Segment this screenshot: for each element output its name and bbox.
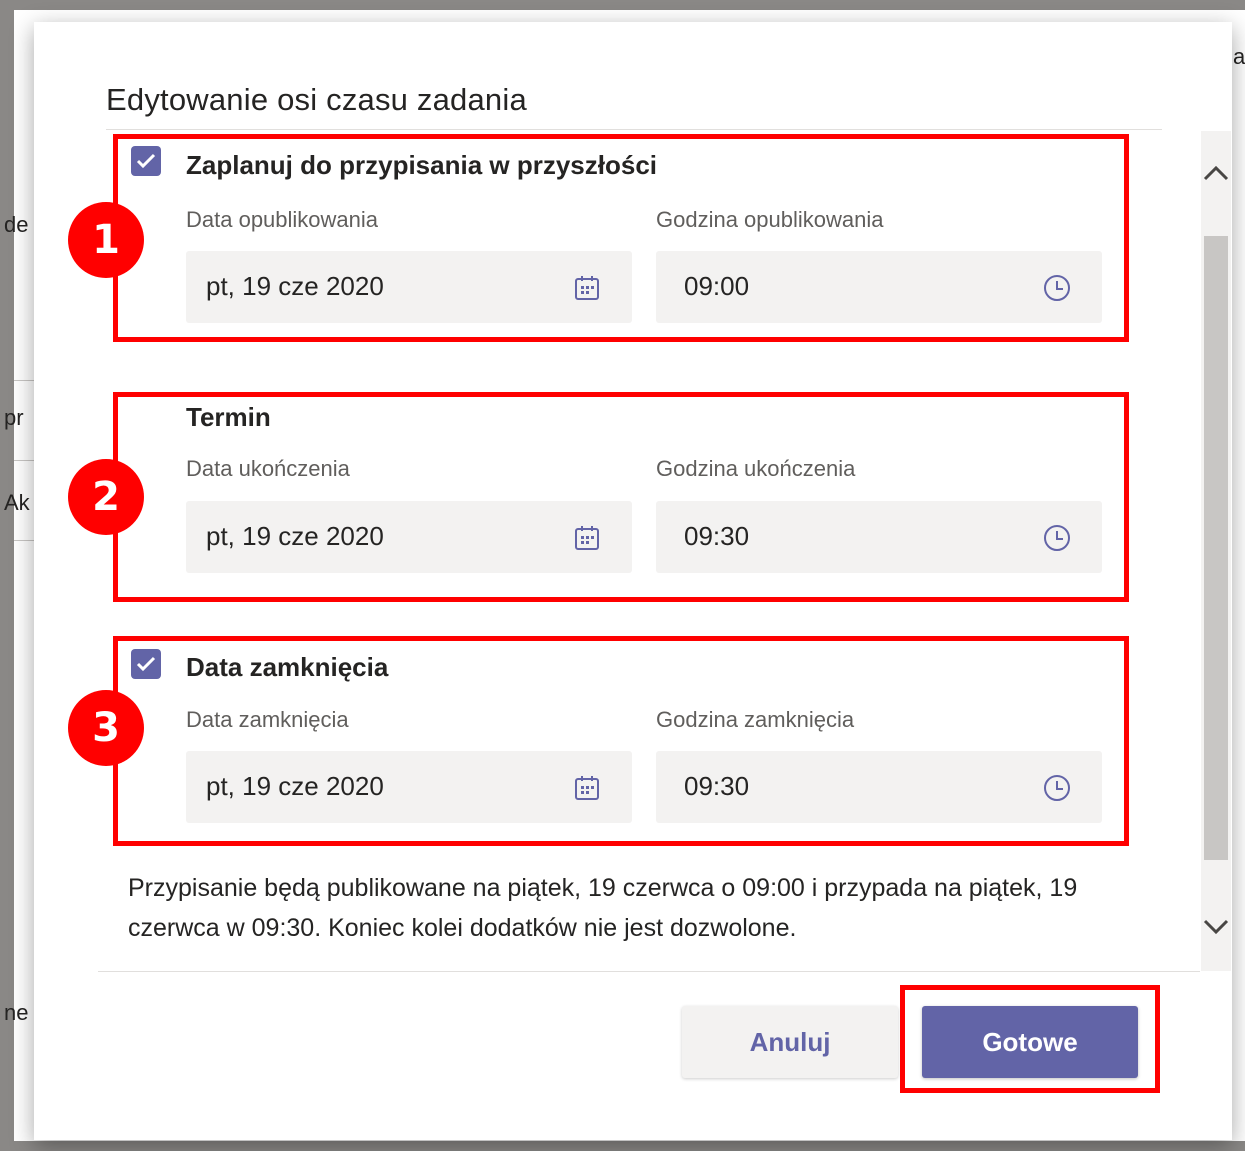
close-date-checkbox[interactable] bbox=[131, 649, 161, 679]
due-time-value: 09:30 bbox=[684, 521, 750, 551]
clock-icon[interactable] bbox=[1042, 523, 1072, 553]
due-date-label: Data ukończenia bbox=[186, 456, 350, 481]
close-time-field[interactable]: 09:30 bbox=[656, 751, 1102, 823]
due-label: Termin bbox=[186, 402, 271, 432]
title-divider bbox=[106, 129, 1162, 130]
close-date-field[interactable]: pt, 19 cze 2020 bbox=[186, 751, 632, 823]
due-time-field[interactable]: 09:30 bbox=[656, 501, 1102, 573]
bg-divider bbox=[14, 460, 34, 461]
publish-date-label: Data opublikowania bbox=[186, 207, 379, 232]
schedule-label: Zaplanuj do przypisania w przyszłości bbox=[186, 150, 657, 180]
annotation-badge-2: 2 bbox=[68, 459, 144, 535]
annotation-badge-1: 1 bbox=[68, 202, 144, 278]
close-date-section-label: Data zamknięcia bbox=[186, 652, 389, 682]
close-time-value: 09:30 bbox=[684, 771, 750, 801]
publish-date-field[interactable]: pt, 19 cze 2020 bbox=[186, 251, 632, 323]
scrollbar-thumb[interactable] bbox=[1204, 236, 1228, 860]
timeline-summary: Przypisanie będą publikowane na piątek, … bbox=[128, 874, 1078, 942]
bg-divider bbox=[14, 540, 34, 541]
dialog-title: Edytowanie osi czasu zadania bbox=[106, 82, 527, 117]
publish-time-value: 09:00 bbox=[684, 271, 750, 301]
clock-icon[interactable] bbox=[1042, 773, 1072, 803]
overlay-bottom bbox=[0, 1141, 1245, 1151]
calendar-icon[interactable] bbox=[572, 523, 602, 553]
bg-text-fragment: a bbox=[1233, 44, 1245, 69]
bg-text-fragment: Ak bbox=[4, 490, 30, 515]
annotation-badge-3: 3 bbox=[68, 690, 144, 766]
clock-icon[interactable] bbox=[1042, 273, 1072, 303]
overlay-top bbox=[0, 0, 1245, 10]
bg-text-fragment: ne bbox=[4, 1000, 29, 1025]
done-button[interactable]: Gotowe bbox=[922, 1006, 1138, 1078]
close-date-value: pt, 19 cze 2020 bbox=[206, 771, 384, 801]
cancel-button[interactable]: Anuluj bbox=[682, 1006, 898, 1078]
calendar-icon[interactable] bbox=[572, 773, 602, 803]
close-date-label: Data zamknięcia bbox=[186, 707, 349, 732]
chevron-up-icon[interactable] bbox=[1201, 156, 1231, 190]
due-date-value: pt, 19 cze 2020 bbox=[206, 521, 384, 551]
checkmark-icon bbox=[136, 656, 156, 672]
schedule-checkbox[interactable] bbox=[131, 146, 161, 176]
due-date-field[interactable]: pt, 19 cze 2020 bbox=[186, 501, 632, 573]
bg-divider bbox=[14, 380, 34, 381]
publish-date-value: pt, 19 cze 2020 bbox=[206, 271, 384, 301]
publish-time-field[interactable]: 09:00 bbox=[656, 251, 1102, 323]
bg-text-fragment: de bbox=[4, 212, 29, 237]
publish-time-label: Godzina opublikowania bbox=[656, 207, 884, 232]
due-time-label: Godzina ukończenia bbox=[656, 456, 856, 481]
close-time-label: Godzina zamknięcia bbox=[656, 707, 855, 732]
overlay-left bbox=[0, 0, 14, 1151]
calendar-icon[interactable] bbox=[572, 273, 602, 303]
bg-text-fragment: pr bbox=[4, 405, 24, 430]
chevron-down-icon[interactable] bbox=[1201, 910, 1231, 944]
checkmark-icon bbox=[136, 153, 156, 169]
footer-divider bbox=[98, 971, 1200, 972]
